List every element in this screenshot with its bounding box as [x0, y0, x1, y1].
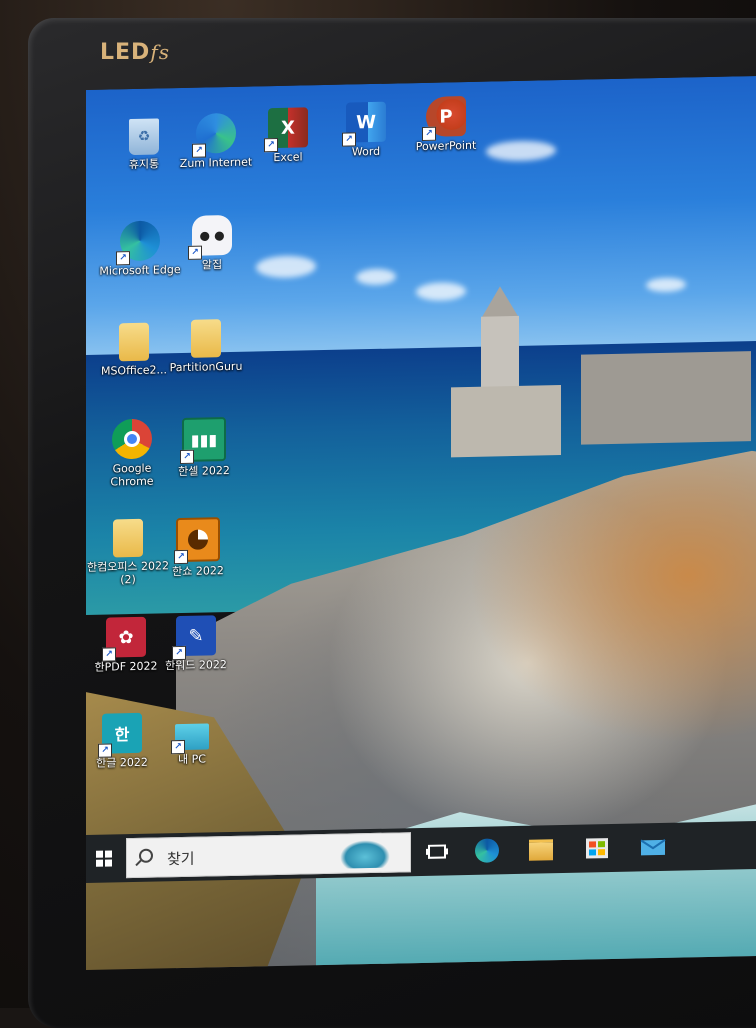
- icon-label: 내 PC: [178, 752, 206, 767]
- hanpdf-icon: ✿ ↗: [102, 616, 146, 662]
- icon-label: Excel: [273, 150, 303, 165]
- desktop-screen: ♻ 휴지통 ↗ Zum Internet X ↗ Excel W ↗ Word …: [86, 75, 756, 970]
- search-placeholder: 찾기: [167, 849, 195, 869]
- icon-label: 알집: [201, 258, 223, 272]
- icon-label: 한워드 2022: [165, 658, 227, 673]
- my-pc-icon: ↗: [171, 723, 209, 755]
- desktop-icon-my-pc[interactable]: ↗ 내 PC: [150, 723, 234, 767]
- folder-icon: [119, 322, 149, 362]
- icon-label: PowerPoint: [415, 138, 477, 154]
- taskbar-edge-icon[interactable]: [472, 836, 502, 865]
- excel-icon: X ↗: [264, 107, 308, 153]
- mail-icon[interactable]: [638, 833, 668, 862]
- hancell-icon: ▮▮▮ ↗: [180, 417, 226, 465]
- start-button[interactable]: [90, 844, 118, 873]
- file-explorer-icon[interactable]: [526, 835, 556, 864]
- zum-internet-icon: ↗: [192, 112, 236, 158]
- hanshow-icon: ↗: [174, 517, 220, 565]
- icon-label: 한셀 2022: [178, 463, 230, 479]
- edge-icon: ↗: [116, 220, 160, 266]
- monitor-brand-logo: LEDfs: [100, 40, 170, 65]
- icon-label: PartitionGuru: [169, 359, 243, 375]
- icon-label: 한쇼 2022: [172, 564, 224, 579]
- desktop-icon-hanword[interactable]: ✎ ↗ 한워드 2022: [154, 615, 238, 673]
- store-icon[interactable]: [582, 834, 612, 863]
- chrome-icon: [112, 418, 152, 460]
- desktop-icon-partitionguru-folder[interactable]: PartitionGuru: [164, 319, 248, 375]
- recycle-bin-icon: ♻: [129, 118, 159, 156]
- search-highlight-image: [340, 839, 390, 869]
- word-icon: W ↗: [342, 101, 386, 147]
- folder-icon: [113, 518, 143, 558]
- alzip-icon: ● ● ↗: [188, 214, 232, 260]
- desktop-icon-hanshow[interactable]: ↗ 한쇼 2022: [156, 517, 240, 579]
- desktop-icon-word[interactable]: W ↗ Word: [324, 101, 408, 159]
- powerpoint-icon: P ↗: [422, 96, 466, 141]
- desktop-icon-excel[interactable]: X ↗ Excel: [246, 107, 330, 165]
- icon-label: Word: [351, 144, 381, 159]
- task-view-icon[interactable]: [422, 837, 452, 866]
- hanword-icon: ✎ ↗: [172, 615, 216, 661]
- desktop-icon-hancell[interactable]: ▮▮▮ ↗ 한셀 2022: [162, 417, 246, 479]
- desktop-icon-alzip[interactable]: ● ● ↗ 알집: [170, 214, 254, 272]
- search-icon: [139, 848, 153, 863]
- taskbar-search-box[interactable]: 찾기: [126, 832, 411, 879]
- folder-icon: [191, 319, 221, 358]
- desktop-icon-powerpoint[interactable]: P ↗ PowerPoint: [404, 96, 488, 154]
- hangul-icon: 한 ↗: [98, 712, 142, 758]
